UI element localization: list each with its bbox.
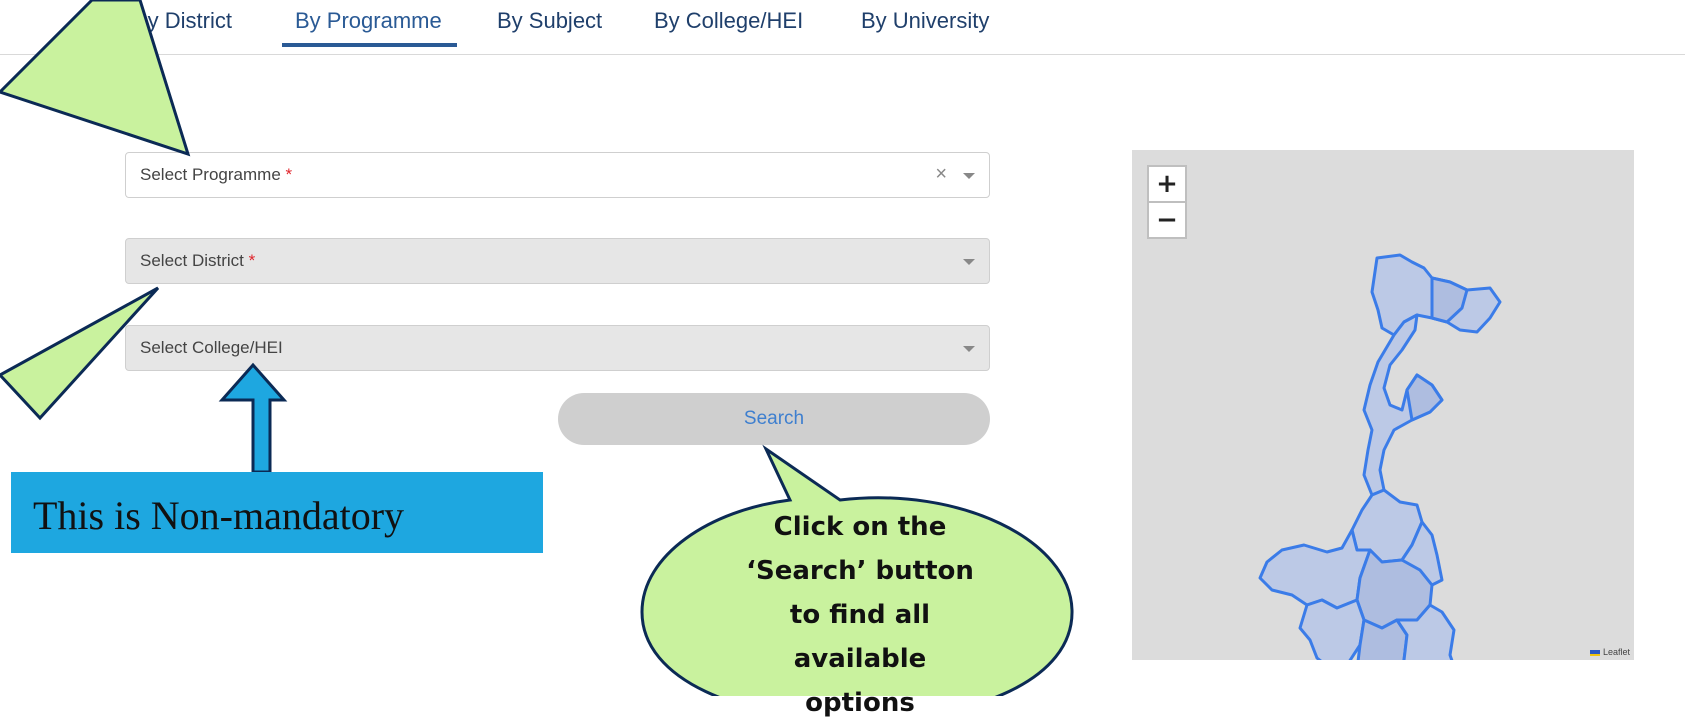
map-attribution[interactable]: Leaflet bbox=[1590, 647, 1630, 657]
required-asterisk: * bbox=[248, 251, 256, 270]
category-tab-bar: By District By Programme By Subject By C… bbox=[0, 0, 1685, 55]
district-select-label: Select District * bbox=[140, 251, 255, 271]
map-region bbox=[1258, 528, 1372, 610]
up-arrow-icon bbox=[218, 362, 288, 474]
college-select-label: Select College/HEI bbox=[140, 338, 283, 357]
district-map[interactable]: + − Leaflet bbox=[1132, 150, 1634, 660]
attribution-text: Leaflet bbox=[1602, 647, 1630, 657]
programme-label-text: Select Programme bbox=[140, 165, 281, 184]
map-region bbox=[1405, 373, 1444, 422]
callout-line: to find all bbox=[789, 600, 931, 630]
chevron-down-icon[interactable] bbox=[963, 259, 975, 265]
callout-line: options bbox=[805, 688, 915, 718]
map-region bbox=[1298, 598, 1366, 660]
search-callout-text: Click on the ‘Search’ button to find all… bbox=[680, 505, 1040, 725]
district-select[interactable]: Select District * bbox=[125, 238, 990, 284]
callout-line: available bbox=[793, 644, 927, 674]
tab-by-college-hei[interactable]: By College/HEI bbox=[654, 8, 803, 34]
tab-by-programme[interactable]: By Programme bbox=[295, 8, 442, 34]
callout-line: ‘Search’ button bbox=[746, 556, 974, 586]
callout-line: Click on the bbox=[773, 512, 947, 542]
chevron-down-icon[interactable] bbox=[963, 173, 975, 179]
tab-by-district[interactable]: By District bbox=[133, 8, 232, 34]
active-tab-indicator bbox=[282, 43, 457, 47]
chevron-down-icon[interactable] bbox=[963, 346, 975, 352]
college-select[interactable]: Select College/HEI bbox=[125, 325, 990, 371]
programme-select-label: Select Programme * bbox=[140, 165, 292, 185]
state-outline-map bbox=[1258, 253, 1502, 660]
non-mandatory-note: This is Non-mandatory bbox=[11, 472, 543, 553]
flag-icon bbox=[1590, 649, 1601, 656]
clear-icon[interactable]: × bbox=[935, 163, 947, 186]
district-label-text: Select District bbox=[140, 251, 244, 270]
tab-by-university[interactable]: By University bbox=[861, 8, 989, 34]
required-asterisk: * bbox=[285, 165, 293, 184]
search-button[interactable]: Search bbox=[558, 393, 990, 445]
programme-select[interactable]: Select Programme * × bbox=[125, 152, 990, 198]
tab-by-subject[interactable]: By Subject bbox=[497, 8, 602, 34]
